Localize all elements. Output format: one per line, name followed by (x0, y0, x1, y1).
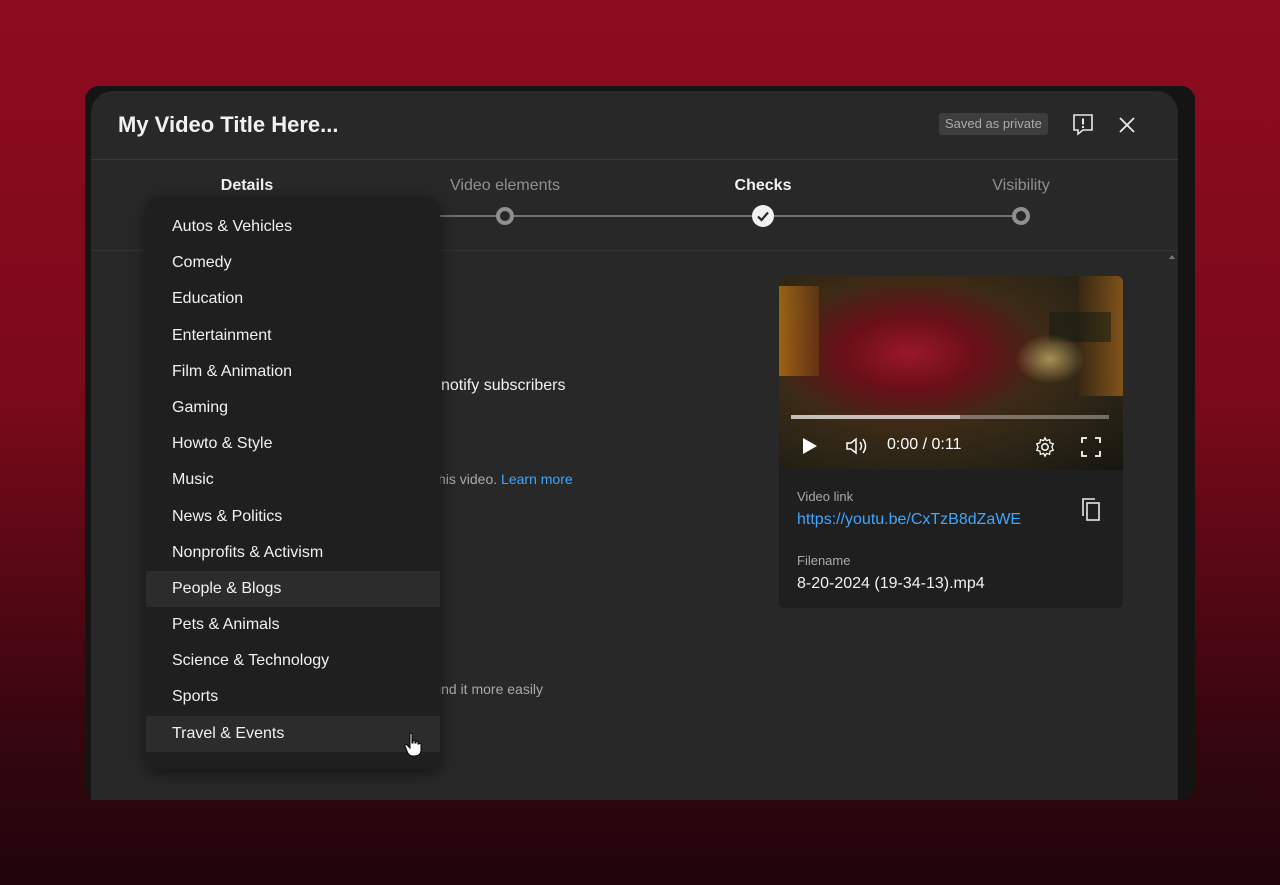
category-option-music[interactable]: Music (146, 462, 440, 498)
copy-icon[interactable] (1079, 496, 1103, 522)
category-option-autos-vehicles[interactable]: Autos & Vehicles (146, 209, 440, 245)
video-thumbnail[interactable]: 0:00 / 0:11 (779, 276, 1123, 470)
category-option-howto-style[interactable]: Howto & Style (146, 426, 440, 462)
video-progress-fill (791, 415, 960, 419)
category-option-education[interactable]: Education (146, 281, 440, 317)
category-option-pets-animals[interactable]: Pets & Animals (146, 607, 440, 643)
category-option-comedy[interactable]: Comedy (146, 245, 440, 281)
category-option-people-blogs[interactable]: People & Blogs (146, 570, 440, 608)
dialog-title: My Video Title Here... (118, 112, 339, 137)
feedback-icon[interactable] (1071, 112, 1095, 136)
category-option-entertainment[interactable]: Entertainment (146, 318, 440, 354)
category-option-news-politics[interactable]: News & Politics (146, 499, 440, 535)
video-link[interactable]: https://youtu.be/CxTzB8dZaWE (797, 511, 1021, 529)
filename-value: 8-20-2024 (19-34-13).mp4 (797, 575, 985, 592)
category-option-film-animation[interactable]: Film & Animation (146, 354, 440, 390)
tags-help-text: ind it more easily (438, 681, 544, 697)
step-details[interactable]: Details (221, 177, 273, 195)
volume-icon[interactable] (845, 436, 869, 456)
scroll-up-arrow-icon[interactable] (1169, 254, 1175, 260)
step-video-elements[interactable]: Video elements (450, 177, 560, 195)
category-option-sports[interactable]: Sports (146, 679, 440, 715)
learn-more-text: his video. Learn more (438, 471, 573, 487)
fullscreen-icon[interactable] (1080, 436, 1102, 458)
category-option-nonprofits-activism[interactable]: Nonprofits & Activism (146, 535, 440, 571)
category-dropdown: Autos & Vehicles Comedy Education Entert… (146, 197, 440, 769)
category-option-travel-events[interactable]: Travel & Events (146, 715, 440, 752)
category-option-gaming[interactable]: Gaming (146, 390, 440, 426)
saved-status-badge: Saved as private (939, 113, 1048, 135)
step-visibility[interactable]: Visibility (992, 177, 1050, 195)
video-preview-card: 0:00 / 0:11 Video link https://youtu.be/… (779, 276, 1123, 608)
step-checks-complete-icon (752, 205, 774, 227)
gear-icon[interactable] (1034, 436, 1056, 458)
video-progress-bar[interactable] (791, 415, 1109, 419)
step-checks[interactable]: Checks (735, 177, 792, 195)
step-visibility-dot (1012, 207, 1030, 225)
category-option-science-technology[interactable]: Science & Technology (146, 643, 440, 679)
video-time: 0:00 / 0:11 (887, 436, 962, 453)
learn-more-link[interactable]: Learn more (501, 471, 573, 487)
dialog-header: My Video Title Here... Saved as private (91, 91, 1178, 160)
video-link-label: Video link (797, 489, 854, 504)
step-video-elements-dot (496, 207, 514, 225)
video-description-text: his video. (438, 471, 498, 487)
close-icon[interactable] (1115, 113, 1139, 137)
play-icon[interactable] (799, 436, 819, 456)
thumbnail-detail (779, 286, 819, 376)
thumbnail-detail (1015, 334, 1085, 384)
notify-subscribers-label: notify subscribers (441, 377, 566, 394)
filename-label: Filename (797, 553, 851, 568)
hand-pointer-cursor-icon (404, 732, 422, 757)
